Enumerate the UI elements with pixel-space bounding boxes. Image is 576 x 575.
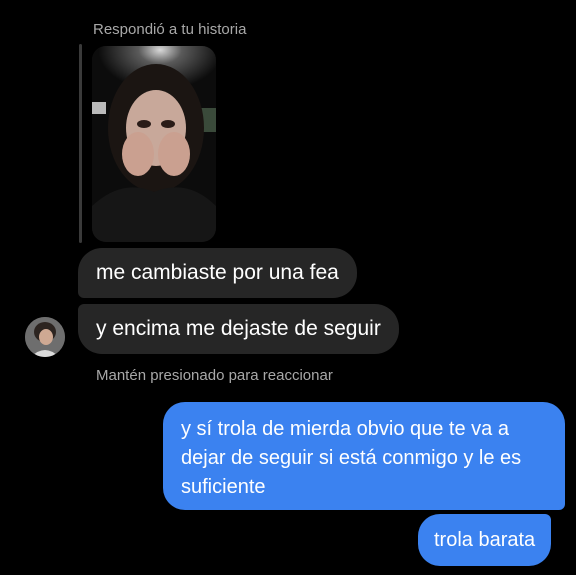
incoming-message-bubble[interactable]: me cambiaste por una fea	[78, 248, 357, 298]
story-photo-image	[92, 46, 216, 242]
incoming-message-bubble[interactable]: y encima me dejaste de seguir	[78, 304, 399, 354]
story-thumbnail[interactable]	[92, 46, 216, 242]
outgoing-message-bubble[interactable]: y sí trola de mierda obvio que te va a d…	[163, 402, 565, 510]
story-reply-label: Respondió a tu historia	[93, 21, 247, 38]
story-reply-quote-bar	[79, 44, 82, 243]
reaction-hint: Mantén presionado para reaccionar	[96, 367, 333, 384]
avatar-image	[25, 317, 65, 357]
outgoing-message-bubble[interactable]: trola barata	[418, 514, 552, 566]
sender-avatar[interactable]	[25, 317, 65, 357]
